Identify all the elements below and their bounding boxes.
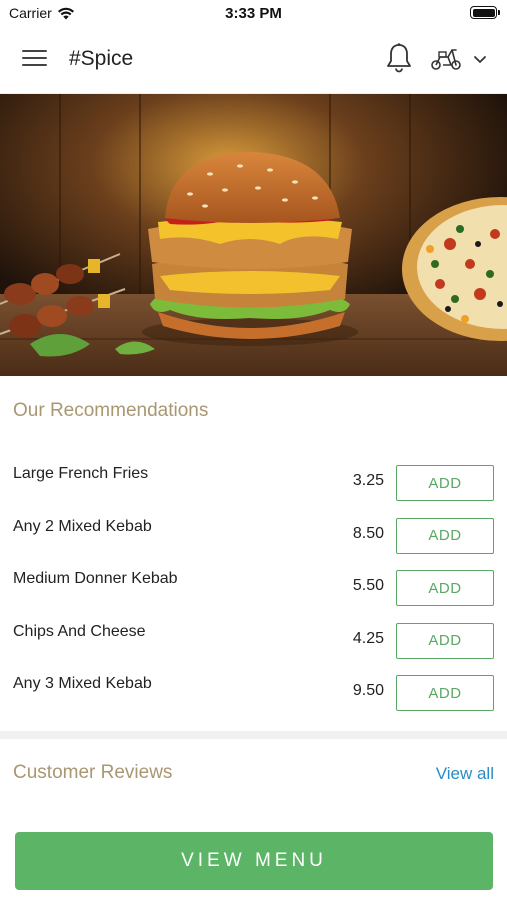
list-item: Large French Fries 3.25 ADD	[0, 456, 507, 509]
food-banner-image	[0, 94, 507, 376]
page-title: #Spice	[69, 47, 134, 70]
item-name: Large French Fries	[13, 465, 149, 482]
bell-icon[interactable]	[385, 42, 413, 74]
status-bar: Carrier 3:33 PM	[0, 0, 507, 26]
item-name: Medium Donner Kebab	[13, 570, 178, 587]
reviews-title: Customer Reviews	[13, 762, 173, 783]
list-item: Any 3 Mixed Kebab 9.50 ADD	[0, 666, 507, 719]
list-item: Medium Donner Kebab 5.50 ADD	[0, 561, 507, 614]
view-all-link[interactable]: View all	[436, 764, 494, 784]
add-button[interactable]: ADD	[396, 675, 494, 711]
recommendations-list: Large French Fries 3.25 ADD Any 2 Mixed …	[0, 456, 507, 719]
menu-icon[interactable]	[22, 50, 47, 70]
item-price: 9.50	[352, 682, 384, 699]
item-price: 4.25	[352, 629, 384, 647]
list-item: Chips And Cheese 4.25 ADD	[0, 614, 507, 667]
add-button[interactable]: ADD	[396, 517, 494, 554]
item-name: Any 3 Mixed Kebab	[13, 675, 152, 692]
hero-banner	[0, 94, 507, 376]
section-divider	[0, 731, 507, 739]
add-button[interactable]: ADD	[396, 570, 494, 606]
clock: 3:33 PM	[225, 5, 282, 22]
add-button[interactable]: ADD	[396, 622, 494, 659]
view-menu-button[interactable]: VIEW MENU	[15, 832, 493, 890]
add-button[interactable]: ADD	[396, 465, 494, 501]
item-name: Chips And Cheese	[13, 622, 146, 640]
battery-icon	[470, 6, 500, 19]
chevron-down-icon[interactable]	[472, 53, 488, 65]
recommendations-title: Our Recommendations	[13, 400, 209, 421]
list-item: Any 2 Mixed Kebab 8.50 ADD	[0, 509, 507, 562]
item-price: 8.50	[352, 524, 384, 542]
item-price: 3.25	[352, 472, 384, 489]
scooter-icon[interactable]	[430, 46, 462, 72]
item-name: Any 2 Mixed Kebab	[13, 517, 152, 535]
app-header: #Spice	[0, 26, 507, 94]
item-price: 5.50	[352, 577, 384, 594]
